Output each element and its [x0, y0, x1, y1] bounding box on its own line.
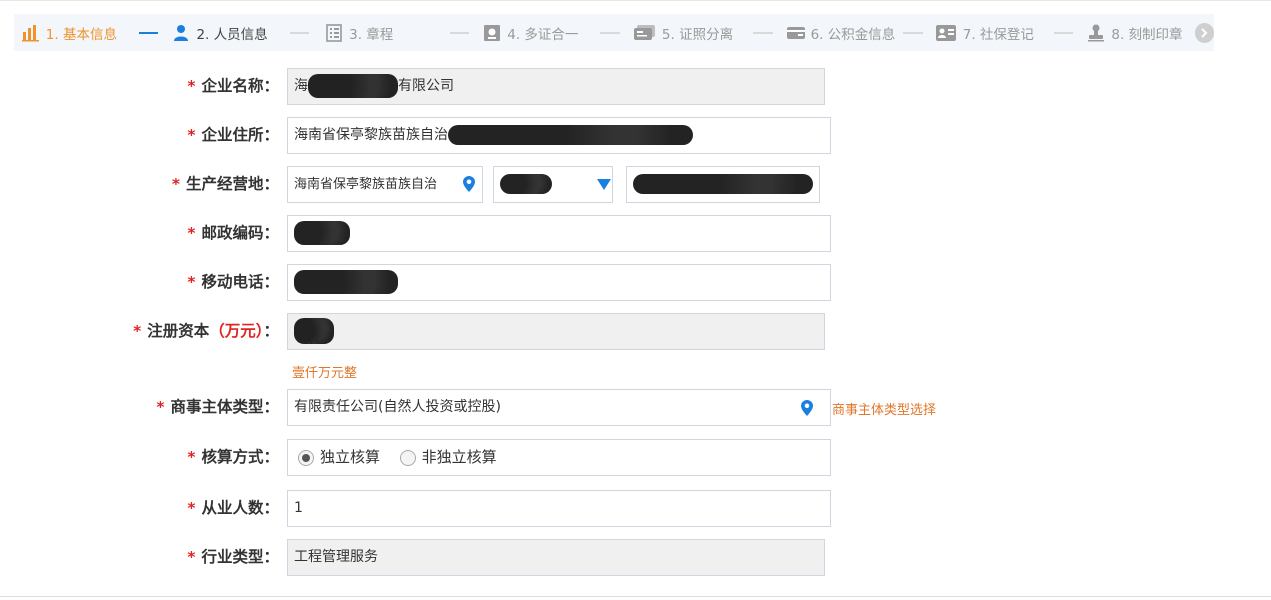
step-label: 1. 基本信息 — [45, 26, 117, 43]
redacted-mark — [500, 174, 552, 194]
required-mark: * — [187, 224, 196, 242]
required-mark: * — [187, 448, 196, 466]
required-mark: * — [171, 175, 180, 193]
step-social-security[interactable]: 7. 社保登记 — [935, 23, 1034, 43]
step-basic-info[interactable]: 1. 基本信息 — [21, 23, 117, 43]
accounting-label: * 核算方式： — [187, 448, 279, 466]
mobile-row: * 移动电话： — [0, 264, 1271, 301]
certificate-icon — [483, 24, 501, 42]
district-select[interactable] — [493, 166, 613, 203]
company-name-row: * 企业名称： 海有限公司 — [0, 68, 1271, 105]
step-separator — [138, 31, 159, 34]
required-mark: * — [156, 398, 165, 416]
step-articles[interactable]: 3. 章程 — [325, 23, 450, 43]
postal-code-field[interactable] — [287, 215, 831, 252]
employees-row: * 从业人数： 1 — [0, 490, 1271, 527]
dropdown-arrow-icon[interactable] — [597, 179, 611, 190]
required-mark: * — [187, 548, 196, 566]
capital-field[interactable] — [287, 313, 825, 350]
step-label: 8. 刻制印章 — [1111, 26, 1183, 43]
step-personnel-info[interactable]: 2. 人员信息 — [172, 23, 268, 43]
step-separator — [903, 31, 923, 34]
step-housing-fund[interactable]: 6. 公积金信息 — [786, 23, 896, 43]
step-label: 6. 公积金信息 — [810, 26, 896, 43]
step-label: 7. 社保登记 — [962, 26, 1034, 43]
list-icon — [325, 23, 343, 42]
redacted-mark — [294, 221, 350, 245]
person-icon — [172, 24, 190, 42]
required-mark: * — [187, 499, 196, 517]
capital-amount-hint: 壹仟万元整 — [292, 366, 358, 381]
map-pin-icon[interactable] — [801, 400, 813, 416]
company-name-label: * 企业名称： — [187, 77, 279, 95]
step-multi-cert[interactable]: 4. 多证合一 — [483, 23, 578, 43]
step-separator — [1053, 31, 1074, 34]
redacted-mark — [294, 318, 334, 344]
radio-independent[interactable]: 独立核算 — [298, 448, 380, 466]
employees-label: * 从业人数： — [187, 499, 279, 517]
step-label: 4. 多证合一 — [507, 26, 579, 43]
region-select[interactable]: 海南省保亭黎族苗族自治 — [287, 166, 483, 203]
address-label: * 企业住所： — [187, 126, 279, 144]
redacted-mark — [294, 270, 398, 294]
entity-type-field[interactable]: 有限责任公司(自然人投资或控股) — [287, 389, 831, 426]
postal-code-label: * 邮政编码： — [187, 224, 279, 242]
industry-field[interactable]: 工程管理服务 — [287, 539, 825, 576]
step-seal-engraving[interactable]: 8. 刻制印章 — [1087, 23, 1183, 43]
accounting-row: * 核算方式： 独立核算 非独立核算 — [0, 439, 1271, 476]
step-separator — [753, 31, 773, 34]
radio-unchecked-icon — [399, 449, 416, 466]
company-name-field[interactable]: 海有限公司 — [287, 68, 825, 105]
required-mark: * — [133, 322, 142, 340]
business-location-row: * 生产经营地： 海南省保亭黎族苗族自治 — [0, 166, 1271, 203]
required-mark: * — [187, 126, 196, 144]
redacted-mark — [448, 125, 693, 145]
step-progress-bar: 1. 基本信息 2. 人员信息 3. 章程 4. 多证合一 5. 证照分离 6.… — [14, 14, 1215, 51]
required-mark: * — [187, 273, 196, 291]
industry-label: * 行业类型： — [187, 548, 279, 566]
detail-address-field[interactable] — [626, 166, 820, 203]
step-separator — [449, 31, 470, 34]
radio-checked-icon — [298, 449, 314, 466]
accounting-options: 独立核算 非独立核算 — [287, 439, 831, 476]
id-card-icon — [935, 24, 957, 42]
entity-type-select-link[interactable]: 商事主体类型选择 — [832, 399, 936, 418]
card-icon — [633, 24, 656, 42]
bar-chart-icon — [21, 24, 40, 42]
redacted-mark — [308, 74, 398, 98]
step-label: 3. 章程 — [349, 26, 394, 43]
step-label: 5. 证照分离 — [661, 26, 734, 43]
capital-row: * 注册资本（万元）： — [0, 313, 1271, 350]
chevron-right-icon — [1199, 23, 1209, 42]
step-label: 2. 人员信息 — [196, 26, 268, 43]
radio-non-independent[interactable]: 非独立核算 — [399, 448, 497, 466]
step-license-separation[interactable]: 5. 证照分离 — [633, 23, 734, 43]
entity-type-row: * 商事主体类型： 有限责任公司(自然人投资或控股) 商事主体类型选择 — [0, 389, 1271, 426]
redacted-mark — [633, 174, 813, 194]
step-separator — [289, 31, 310, 34]
address-field[interactable]: 海南省保亭黎族苗族自治 — [287, 117, 831, 154]
step-separator — [600, 31, 620, 34]
employees-field[interactable]: 1 — [287, 490, 831, 527]
address-row: * 企业住所： 海南省保亭黎族苗族自治 — [0, 117, 1271, 154]
mobile-label: * 移动电话： — [187, 273, 279, 291]
map-pin-icon — [463, 176, 475, 192]
next-step-button[interactable] — [1194, 22, 1215, 43]
industry-row: * 行业类型： 工程管理服务 — [0, 539, 1271, 576]
postal-code-row: * 邮政编码： — [0, 215, 1271, 252]
mobile-field[interactable] — [287, 264, 831, 301]
business-location-label: * 生产经营地： — [171, 175, 279, 193]
stamp-icon — [1087, 24, 1105, 42]
wallet-icon — [786, 24, 805, 42]
required-mark: * — [187, 77, 196, 95]
entity-type-label: * 商事主体类型： — [156, 398, 279, 416]
capital-label: * 注册资本（万元）： — [133, 322, 279, 340]
